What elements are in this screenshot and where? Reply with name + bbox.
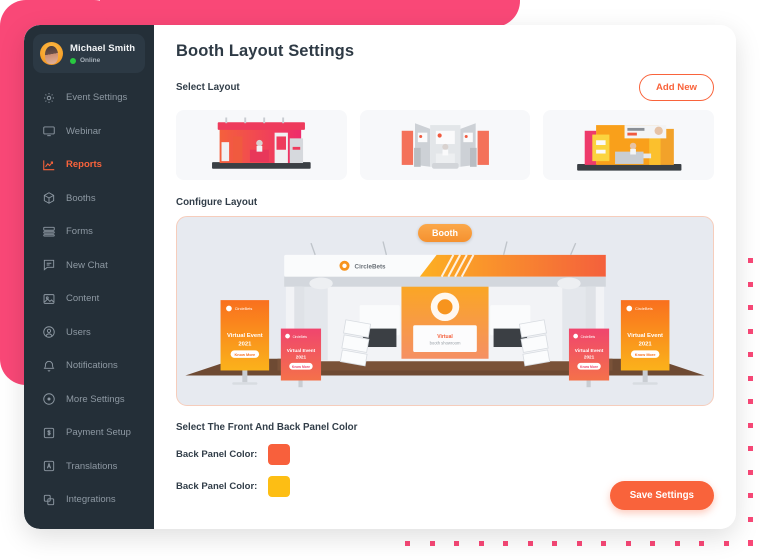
svg-text:CircleBets: CircleBets — [635, 307, 653, 311]
user-circle-icon — [42, 325, 56, 339]
svg-text:booth showroom: booth showroom — [430, 341, 461, 346]
select-layout-label: Select Layout — [176, 82, 240, 93]
cube-icon — [42, 191, 56, 205]
user-profile-card[interactable]: Michael Smith Online — [33, 34, 145, 73]
dollar-square-icon — [42, 426, 56, 440]
svg-text:2021: 2021 — [584, 355, 595, 360]
layout-thumbnail-gray[interactable] — [359, 110, 531, 180]
svg-text:2021: 2021 — [238, 341, 252, 347]
sidebar-item-label: Content — [66, 293, 100, 305]
decorative-pink-panel-top — [100, 0, 520, 27]
sidebar-item-notifications[interactable]: Notifications — [24, 349, 154, 383]
copy-icon — [42, 493, 56, 507]
svg-text:CircleBets: CircleBets — [293, 335, 308, 339]
color-row-label: Back Panel Color: — [176, 481, 258, 492]
status-label: Online — [80, 57, 101, 64]
sidebar-item-label: Payment Setup — [66, 427, 131, 439]
app-window: Michael Smith Online Event Settings Webi… — [24, 25, 736, 529]
status-badge: Online — [70, 57, 135, 64]
sidebar-item-label: Booths — [66, 192, 96, 204]
sidebar-item-more-settings[interactable]: More Settings — [24, 383, 154, 417]
svg-text:CircleBets: CircleBets — [235, 307, 253, 311]
letter-square-icon — [42, 459, 56, 473]
decorative-dots-right — [748, 258, 753, 545]
sidebar-item-label: Users — [66, 326, 91, 338]
dot-circle-icon — [42, 392, 56, 406]
sidebar-item-label: New Chat — [66, 259, 108, 271]
sidebar: Michael Smith Online Event Settings Webi… — [24, 25, 154, 529]
sidebar-item-label: Event Settings — [66, 92, 128, 104]
sidebar-item-translations[interactable]: Translations — [24, 450, 154, 484]
avatar — [40, 42, 63, 65]
sidebar-nav: Event Settings Webinar Reports Booths Fo — [24, 77, 154, 517]
sidebar-item-forms[interactable]: Forms — [24, 215, 154, 249]
svg-text:CircleBets: CircleBets — [355, 263, 387, 270]
chart-line-icon — [42, 158, 56, 172]
svg-text:Virtual: Virtual — [437, 334, 453, 340]
color-row-label: Back Panel Color: — [176, 449, 258, 460]
sidebar-item-label: Translations — [66, 460, 118, 472]
user-name: Michael Smith — [70, 43, 136, 54]
sidebar-item-reports[interactable]: Reports — [24, 148, 154, 182]
online-dot-icon — [70, 57, 76, 64]
page-title: Booth Layout Settings — [176, 42, 355, 60]
layout-thumbnail-yellow[interactable] — [543, 110, 715, 180]
sidebar-item-integrations[interactable]: Integrations — [24, 483, 154, 517]
save-settings-button[interactable]: Save Settings — [609, 481, 714, 510]
booth-preview[interactable]: Virtual booth showroom CircleBets Circle… — [176, 216, 714, 406]
sidebar-item-webinar[interactable]: Webinar — [24, 115, 154, 149]
sidebar-item-booths[interactable]: Booths — [24, 182, 154, 216]
sidebar-item-label: Webinar — [66, 125, 102, 137]
svg-text:Virtual Event: Virtual Event — [227, 333, 263, 339]
sidebar-item-new-chat[interactable]: New Chat — [24, 249, 154, 283]
monitor-icon — [42, 124, 56, 138]
sidebar-item-event-settings[interactable]: Event Settings — [24, 81, 154, 115]
configure-layout-label: Configure Layout — [176, 197, 258, 208]
svg-text:Virtual Event: Virtual Event — [627, 333, 663, 339]
svg-text:Know More: Know More — [234, 353, 255, 357]
screenshot-root: Michael Smith Online Event Settings Webi… — [0, 0, 760, 560]
svg-text:2021: 2021 — [639, 341, 653, 347]
color-row-front-panel: Back Panel Color: — [176, 444, 714, 465]
image-icon — [42, 292, 56, 306]
sidebar-item-users[interactable]: Users — [24, 316, 154, 350]
decorative-dots-bottom — [405, 541, 753, 546]
svg-text:Know More: Know More — [635, 353, 656, 357]
forms-icon — [42, 225, 56, 239]
sidebar-item-label: Notifications — [66, 360, 118, 372]
svg-text:Virtual Event: Virtual Event — [287, 348, 316, 353]
layout-thumbnail-red[interactable] — [176, 110, 347, 180]
panel-color-title: Select The Front And Back Panel Color — [176, 422, 358, 433]
sidebar-item-payment-setup[interactable]: Payment Setup — [24, 416, 154, 450]
bell-icon — [42, 359, 56, 373]
select-layout-header: Select Layout Add New — [176, 74, 714, 101]
svg-text:Know More: Know More — [292, 365, 310, 369]
gear-icon — [42, 91, 56, 105]
chat-icon — [42, 258, 56, 272]
sidebar-item-label: Forms — [66, 226, 93, 238]
sidebar-item-label: More Settings — [66, 393, 125, 405]
sidebar-item-label: Integrations — [66, 494, 116, 506]
svg-text:Virtual Event: Virtual Event — [575, 348, 604, 353]
svg-text:2021: 2021 — [296, 355, 307, 360]
booth-badge: Booth — [418, 224, 472, 242]
color-swatch-orange[interactable] — [268, 444, 290, 465]
add-new-button[interactable]: Add New — [638, 74, 714, 101]
layout-thumbnail-list — [176, 110, 715, 180]
svg-text:Know More: Know More — [580, 365, 598, 369]
svg-text:CircleBets: CircleBets — [581, 335, 596, 339]
color-swatch-yellow[interactable] — [268, 476, 290, 497]
main-content: Booth Layout Settings Select Layout Add … — [154, 25, 736, 529]
sidebar-item-content[interactable]: Content — [24, 282, 154, 316]
sidebar-item-label: Reports — [66, 159, 102, 171]
